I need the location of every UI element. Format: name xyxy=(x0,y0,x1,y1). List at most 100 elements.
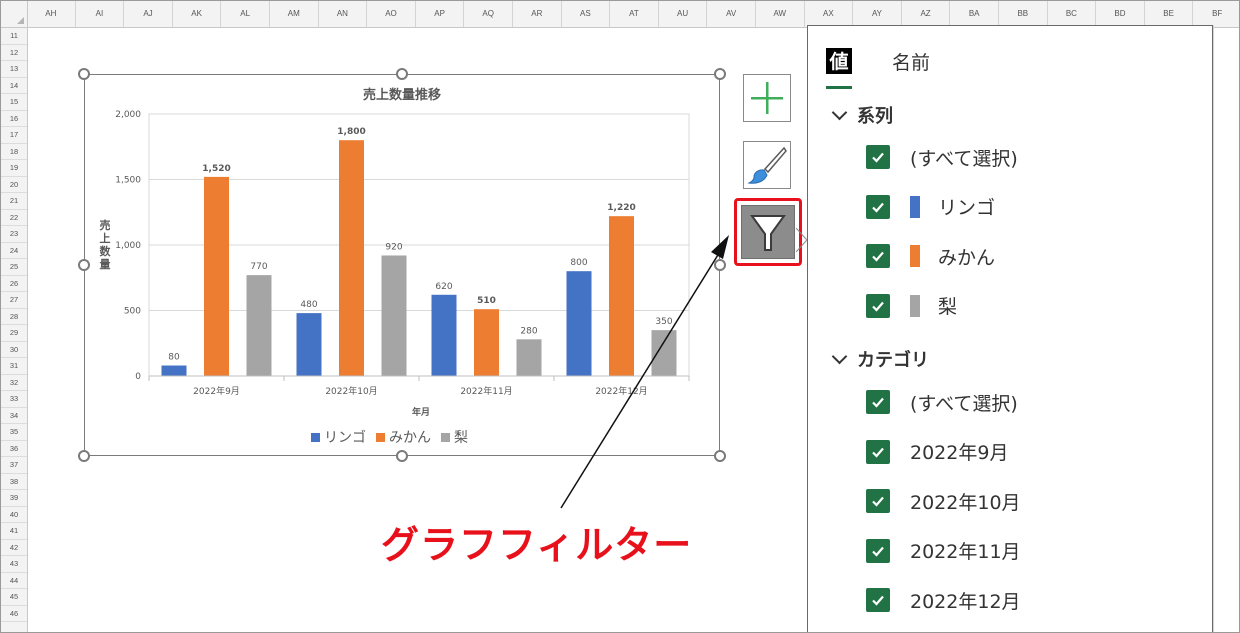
data-label: 480 xyxy=(300,300,317,310)
row-header-43[interactable]: 43 xyxy=(1,556,27,573)
category-option-label: 2022年10月 xyxy=(910,491,1021,514)
bar[interactable] xyxy=(204,176,229,376)
active-tab-underline xyxy=(826,86,852,89)
category-option[interactable]: 2022年11月 xyxy=(866,538,1021,564)
data-label: 1,220 xyxy=(607,203,635,213)
y-tick-label: 1,500 xyxy=(115,176,141,186)
legend-entry[interactable]: 梨 xyxy=(441,427,468,447)
values-tab[interactable]: 値 xyxy=(826,48,852,74)
series-section-header[interactable]: 系列 xyxy=(831,102,893,128)
series-checkbox[interactable] xyxy=(866,194,890,219)
sheet-gridline xyxy=(1213,25,1214,632)
category-checkbox[interactable] xyxy=(866,390,890,414)
row-header-39[interactable]: 39 xyxy=(1,490,27,507)
data-label: 80 xyxy=(168,353,180,363)
chart-filter-button-face[interactable] xyxy=(741,205,795,259)
row-header-45[interactable]: 45 xyxy=(1,589,27,606)
data-label: 1,800 xyxy=(337,127,365,137)
row-header-42[interactable]: 42 xyxy=(1,540,27,556)
checkmark-icon xyxy=(872,202,884,213)
column-header-ba[interactable]: BA xyxy=(950,1,999,27)
category-checkbox[interactable] xyxy=(866,439,890,464)
series-checkbox[interactable] xyxy=(866,293,890,318)
row-header-40[interactable]: 40 xyxy=(1,507,27,523)
funnel-icon xyxy=(750,215,786,251)
plus-icon xyxy=(751,82,783,114)
column-header-be[interactable]: BE xyxy=(1145,1,1194,27)
series-option[interactable]: みかん xyxy=(866,243,995,269)
checkmark-icon xyxy=(872,251,884,262)
column-header-bd[interactable]: BD xyxy=(1096,1,1145,27)
bar[interactable] xyxy=(161,365,187,376)
row-header-46[interactable]: 46 xyxy=(1,606,27,622)
checkmark-icon xyxy=(872,496,884,507)
series-option-label: 梨 xyxy=(938,296,958,318)
bar[interactable] xyxy=(381,255,407,376)
bar[interactable] xyxy=(296,313,322,376)
checkmark-icon xyxy=(872,397,884,408)
checkmark-icon xyxy=(872,301,884,312)
chart-elements-button[interactable] xyxy=(743,74,791,122)
checkmark-icon xyxy=(872,595,884,606)
series-option-label: リンゴ xyxy=(938,197,996,219)
column-header-az[interactable]: AZ xyxy=(902,1,951,27)
series-option-label: (すべて選択) xyxy=(910,147,1018,170)
names-tab[interactable]: 名前 xyxy=(892,48,930,75)
category-section-header[interactable]: カテゴリ xyxy=(831,346,929,372)
legend-entry[interactable]: みかん xyxy=(376,427,431,447)
category-option-label: 2022年9月 xyxy=(910,442,1009,464)
chart-legend[interactable]: リンゴ みかん 梨 xyxy=(311,427,468,447)
chart-filter-pane: 値 名前 系列 (すべて選択) リンゴみかん梨 カテゴリ (すべて選択) 2022年… xyxy=(807,25,1213,632)
legend-entry[interactable]: リンゴ xyxy=(311,427,366,447)
category-section-label: カテゴリ xyxy=(857,350,929,371)
bar[interactable] xyxy=(339,140,364,376)
category-checkbox[interactable] xyxy=(866,538,890,563)
series-option[interactable]: 梨 xyxy=(866,293,957,319)
column-header-ay[interactable]: AY xyxy=(853,1,902,27)
callout-arrow xyxy=(560,235,729,509)
data-label: 770 xyxy=(250,262,267,272)
series-option[interactable]: リンゴ xyxy=(866,194,995,220)
series-section-label: 系列 xyxy=(857,106,893,127)
column-header-bc[interactable]: BC xyxy=(1048,1,1097,27)
legend-swatch xyxy=(311,432,320,442)
category-checkbox[interactable] xyxy=(866,489,890,513)
chart-styles-button[interactable] xyxy=(743,141,791,189)
column-header-ax[interactable]: AX xyxy=(805,1,854,27)
x-tick-label: 2022年9月 xyxy=(193,385,240,397)
column-header-bb[interactable]: BB xyxy=(999,1,1048,27)
y-tick-label: 0 xyxy=(135,372,141,382)
data-label: 920 xyxy=(385,242,402,252)
legend-label: 梨 xyxy=(454,430,468,446)
category-option-label: 2022年11月 xyxy=(910,541,1021,563)
y-tick-label: 1,000 xyxy=(115,241,141,251)
x-tick-label: 2022年10月 xyxy=(325,385,377,397)
column-header-bf[interactable]: BF xyxy=(1193,1,1239,27)
bar[interactable] xyxy=(474,309,499,376)
row-header-41[interactable]: 41 xyxy=(1,523,27,540)
category-checkbox[interactable] xyxy=(866,588,890,612)
series-checkbox[interactable] xyxy=(866,244,890,268)
excel-window: AH AI AJ AK AL AM AN AO AP AQ AR AS AT AU AV AW AX AY AZ BA… xyxy=(0,0,1240,633)
chart-filter-button[interactable] xyxy=(734,198,802,266)
row-header-44[interactable]: 44 xyxy=(1,573,27,589)
series-option[interactable]: (すべて選択) xyxy=(866,144,1018,170)
bar[interactable] xyxy=(246,275,272,376)
category-option[interactable]: (すべて選択) xyxy=(866,389,1018,415)
category-option[interactable]: 2022年12月 xyxy=(866,587,1021,613)
legend-label: リンゴ xyxy=(324,430,366,446)
y-tick-label: 500 xyxy=(124,307,141,317)
checkmark-icon xyxy=(872,447,884,458)
chevron-down-icon xyxy=(831,104,848,120)
category-option[interactable]: 2022年9月 xyxy=(866,439,1008,465)
callout-label: グラフフィルター xyxy=(381,523,693,567)
series-color-swatch xyxy=(910,245,920,267)
series-checkbox[interactable] xyxy=(866,145,890,169)
x-tick-label: 2022年11月 xyxy=(460,385,512,397)
row-header-38[interactable]: 38 xyxy=(1,474,27,490)
series-color-swatch xyxy=(910,294,920,317)
bar[interactable] xyxy=(431,294,457,376)
category-option[interactable]: 2022年10月 xyxy=(866,488,1021,514)
bar[interactable] xyxy=(516,339,542,376)
legend-swatch xyxy=(441,432,450,442)
